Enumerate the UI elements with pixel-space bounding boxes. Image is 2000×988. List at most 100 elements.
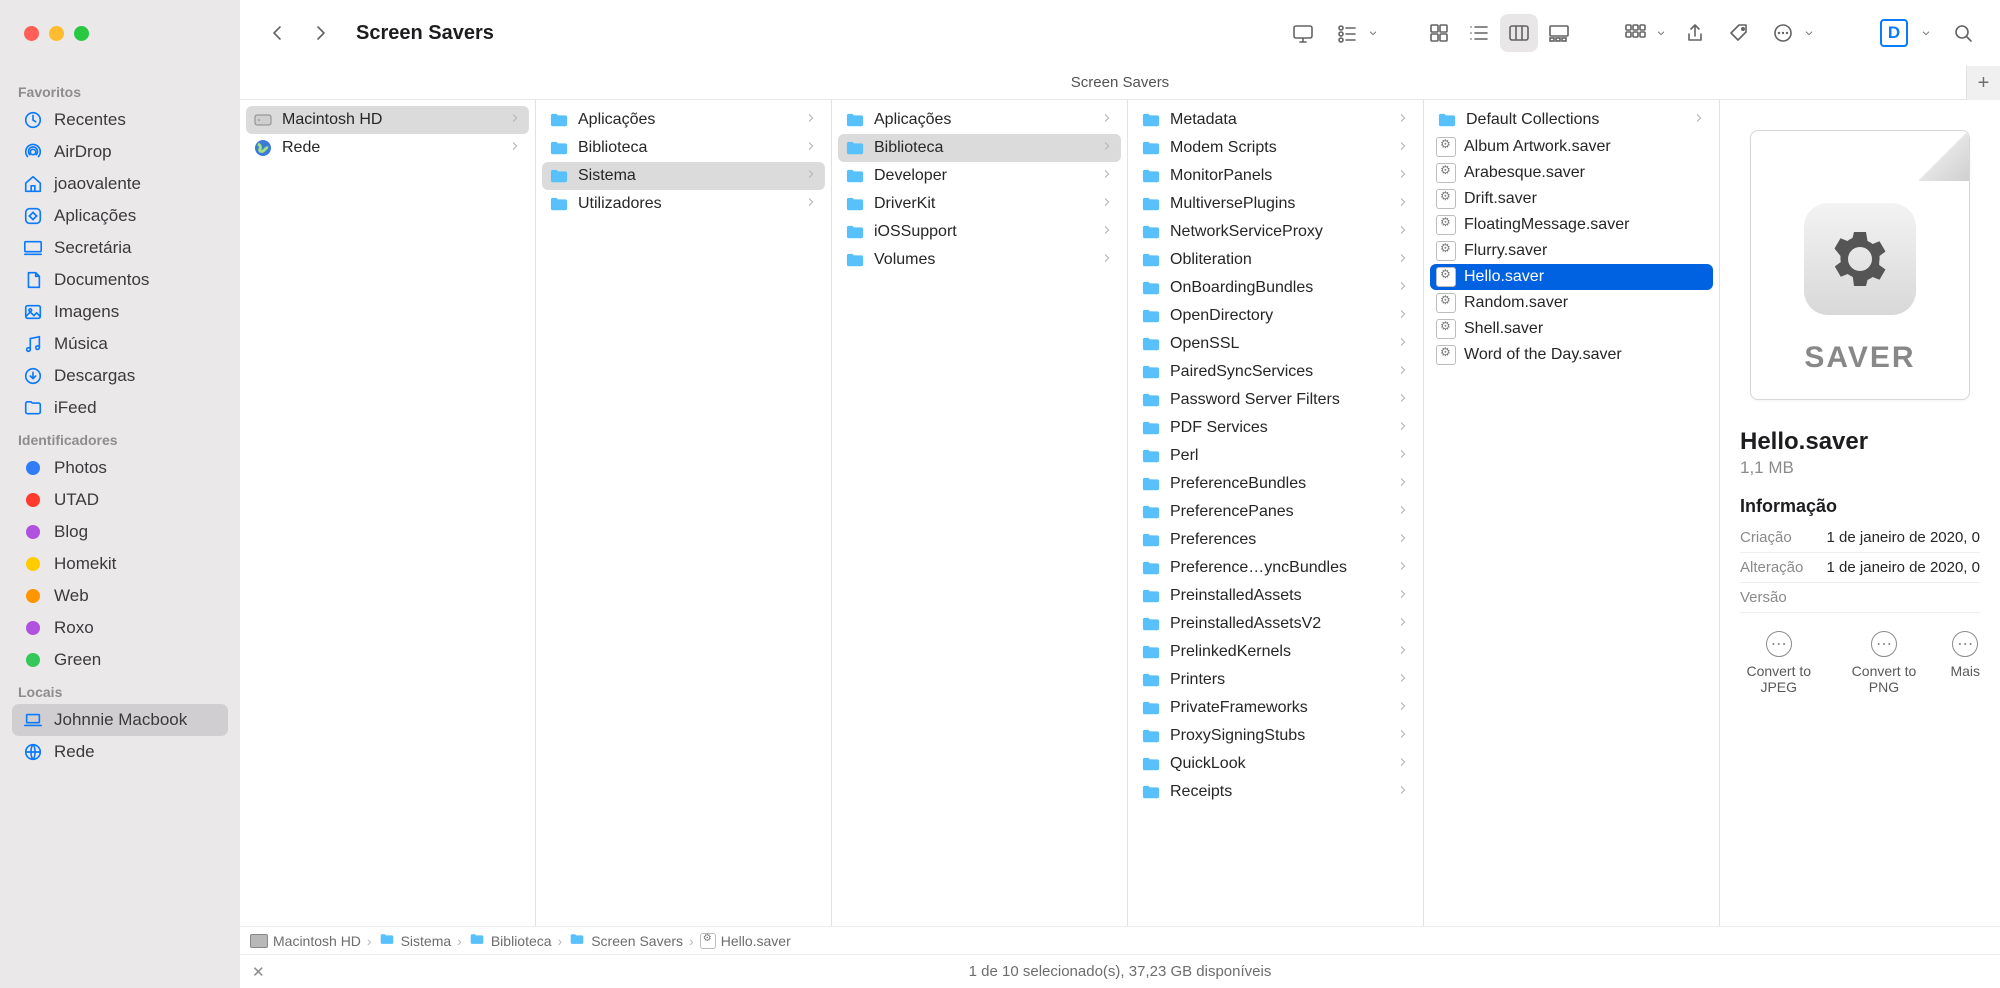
path-crumb[interactable]: Biblioteca — [468, 932, 552, 949]
column-row[interactable]: Perl — [1134, 442, 1417, 470]
column-row[interactable]: Volumes — [838, 246, 1121, 274]
column-row[interactable]: MultiversePlugins — [1134, 190, 1417, 218]
column-row[interactable]: Shell.saver — [1430, 316, 1713, 342]
sidebar-item[interactable]: Música — [12, 328, 228, 360]
sidebar-item[interactable]: Rede — [12, 736, 228, 768]
share-button[interactable] — [1676, 14, 1714, 52]
column-row[interactable]: Aplicações — [542, 106, 825, 134]
sidebar-item[interactable]: joaovalente — [12, 168, 228, 200]
minimize-window[interactable] — [49, 26, 64, 41]
path-crumb[interactable]: Macintosh HD — [250, 933, 361, 949]
sidebar-item[interactable]: Recentes — [12, 104, 228, 136]
column-row[interactable]: NetworkServiceProxy — [1134, 218, 1417, 246]
sidebar-item[interactable]: Aplicações — [12, 200, 228, 232]
column-row[interactable]: Modem Scripts — [1134, 134, 1417, 162]
sidebar-item[interactable]: Green — [12, 644, 228, 676]
sidebar-item[interactable]: iFeed — [12, 392, 228, 424]
column-row[interactable]: Biblioteca — [542, 134, 825, 162]
view-list[interactable] — [1460, 14, 1498, 52]
dropdown-arrow-icon[interactable] — [1914, 14, 1938, 52]
sidebar-item[interactable]: Descargas — [12, 360, 228, 392]
sidebar-item[interactable]: Johnnie Macbook — [12, 704, 228, 736]
column-row[interactable]: Drift.saver — [1430, 186, 1713, 212]
column-row[interactable]: iOSSupport — [838, 218, 1121, 246]
column-row[interactable]: Hello.saver — [1430, 264, 1713, 290]
dropdown-arrow-icon[interactable] — [1800, 14, 1818, 52]
column-row[interactable]: PreinstalledAssetsV2 — [1134, 610, 1417, 638]
column-row[interactable]: Biblioteca — [838, 134, 1121, 162]
folder-icon — [548, 137, 570, 159]
sidebar-item[interactable]: Imagens — [12, 296, 228, 328]
column-row[interactable]: Preferences — [1134, 526, 1417, 554]
more-actions[interactable] — [1764, 14, 1802, 52]
quick-action[interactable]: ⋯Convert to PNG — [1848, 631, 1921, 695]
nav-back[interactable] — [258, 14, 296, 52]
sidebar-item[interactable]: Secretária — [12, 232, 228, 264]
extension-badge[interactable]: D — [1880, 19, 1908, 47]
column-row[interactable]: PrelinkedKernels — [1134, 638, 1417, 666]
path-crumb[interactable]: Screen Savers — [568, 932, 683, 949]
column-row[interactable]: Random.saver — [1430, 290, 1713, 316]
column-row[interactable]: PairedSyncServices — [1134, 358, 1417, 386]
close-status-icon[interactable]: ✕ — [252, 963, 265, 981]
column-row[interactable]: Word of the Day.saver — [1430, 342, 1713, 368]
view-icons[interactable] — [1420, 14, 1458, 52]
column-row[interactable]: Obliteration — [1134, 246, 1417, 274]
column-row[interactable]: Arabesque.saver — [1430, 160, 1713, 186]
sidebar-item[interactable]: AirDrop — [12, 136, 228, 168]
display-options[interactable] — [1284, 14, 1322, 52]
sidebar-item[interactable]: Homekit — [12, 548, 228, 580]
sidebar-item[interactable]: UTAD — [12, 484, 228, 516]
new-tab-button[interactable]: + — [1966, 66, 2000, 100]
column-row[interactable]: PreferencePanes — [1134, 498, 1417, 526]
quick-action[interactable]: ⋯Mais — [1950, 631, 1980, 695]
nav-forward[interactable] — [302, 14, 340, 52]
column-row[interactable]: PreinstalledAssets — [1134, 582, 1417, 610]
search-button[interactable] — [1944, 14, 1982, 52]
crumb-label: Hello.saver — [721, 933, 791, 949]
row-label: OpenSSL — [1170, 335, 1239, 353]
column-row[interactable]: Preference…yncBundles — [1134, 554, 1417, 582]
column-row[interactable]: Rede — [246, 134, 529, 162]
column-row[interactable]: Metadata — [1134, 106, 1417, 134]
column-row[interactable]: Utilizadores — [542, 190, 825, 218]
sidebar-item[interactable]: Web — [12, 580, 228, 612]
column-row[interactable]: PDF Services — [1134, 414, 1417, 442]
quick-action[interactable]: ⋯Convert to JPEG — [1740, 631, 1818, 695]
sidebar-item[interactable]: Roxo — [12, 612, 228, 644]
column-row[interactable]: QuickLook — [1134, 750, 1417, 778]
badge-list-view[interactable] — [1328, 14, 1366, 52]
column-row[interactable]: FloatingMessage.saver — [1430, 212, 1713, 238]
column-row[interactable]: MonitorPanels — [1134, 162, 1417, 190]
column-row[interactable]: OpenDirectory — [1134, 302, 1417, 330]
column-row[interactable]: Album Artwork.saver — [1430, 134, 1713, 160]
close-window[interactable] — [24, 26, 39, 41]
column-row[interactable]: PrivateFrameworks — [1134, 694, 1417, 722]
column-row[interactable]: Macintosh HD — [246, 106, 529, 134]
view-columns[interactable] — [1500, 14, 1538, 52]
column-row[interactable]: ProxySigningStubs — [1134, 722, 1417, 750]
view-gallery[interactable] — [1540, 14, 1578, 52]
zoom-window[interactable] — [74, 26, 89, 41]
column-row[interactable]: Aplicações — [838, 106, 1121, 134]
path-crumb[interactable]: Sistema — [378, 932, 452, 949]
sidebar-item[interactable]: Blog — [12, 516, 228, 548]
column-row[interactable]: Sistema — [542, 162, 825, 190]
sidebar-item[interactable]: Photos — [12, 452, 228, 484]
column-row[interactable]: Flurry.saver — [1430, 238, 1713, 264]
column-row[interactable]: PreferenceBundles — [1134, 470, 1417, 498]
dropdown-arrow-icon[interactable] — [1652, 14, 1670, 52]
sidebar-item[interactable]: Documentos — [12, 264, 228, 296]
tags-button[interactable] — [1720, 14, 1758, 52]
column-row[interactable]: OnBoardingBundles — [1134, 274, 1417, 302]
column-row[interactable]: OpenSSL — [1134, 330, 1417, 358]
dropdown-arrow-icon[interactable] — [1364, 14, 1382, 52]
group-by[interactable] — [1616, 14, 1654, 52]
column-row[interactable]: Printers — [1134, 666, 1417, 694]
path-crumb[interactable]: Hello.saver — [700, 933, 791, 949]
column-row[interactable]: Developer — [838, 162, 1121, 190]
column-row[interactable]: Receipts — [1134, 778, 1417, 806]
column-row[interactable]: DriverKit — [838, 190, 1121, 218]
column-row[interactable]: Default Collections — [1430, 106, 1713, 134]
column-row[interactable]: Password Server Filters — [1134, 386, 1417, 414]
